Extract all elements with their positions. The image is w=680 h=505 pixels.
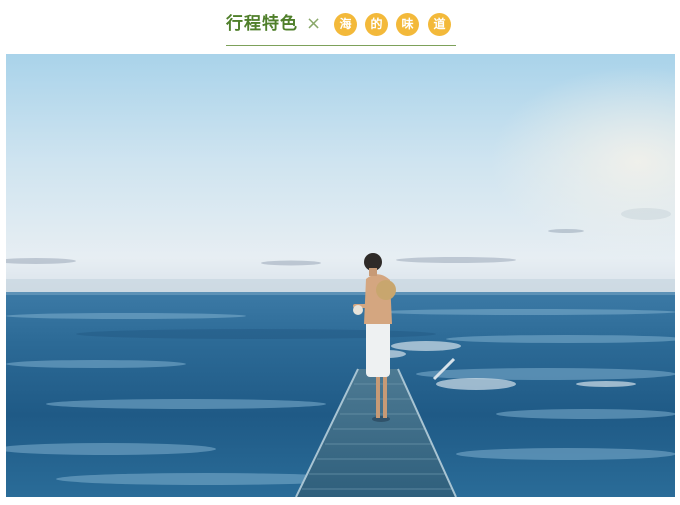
horizon-line xyxy=(6,292,675,295)
header-underline xyxy=(226,45,456,46)
circle-char-3: 味 xyxy=(396,13,419,36)
circle-char-2: 的 xyxy=(365,13,388,36)
circle-char-1: 海 xyxy=(334,13,357,36)
section-header: 行程特色 × 海 的 味 道 xyxy=(0,0,680,50)
horizon-haze xyxy=(6,279,675,294)
seascape-photo xyxy=(6,54,675,497)
separator-x-icon: × xyxy=(306,13,322,34)
section-title: 行程特色 xyxy=(226,14,298,34)
section-header-inner: 行程特色 × 海 的 味 道 xyxy=(226,10,456,46)
circle-char-4: 道 xyxy=(428,13,451,36)
seascape-illustration xyxy=(6,54,675,497)
